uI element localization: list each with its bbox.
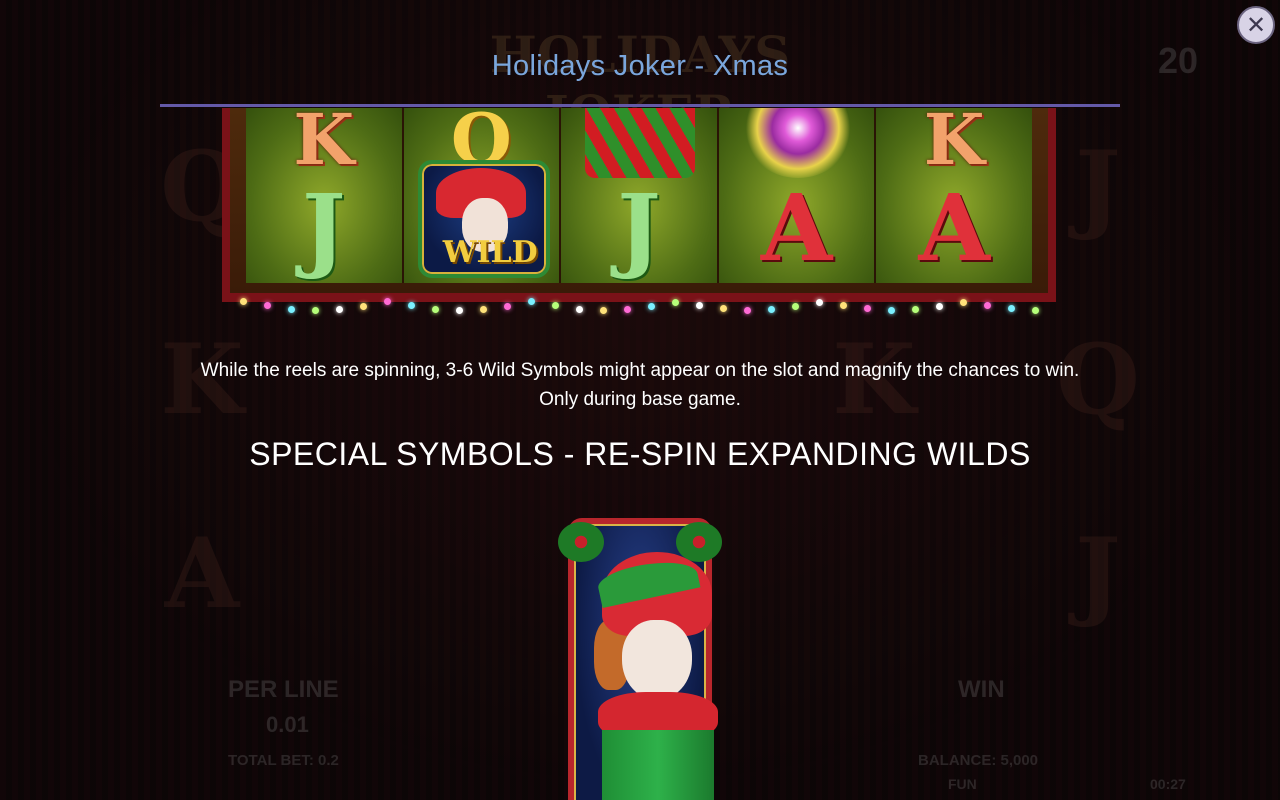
- joker-face: [622, 620, 692, 700]
- symbol-k: K: [293, 108, 355, 181]
- light-bulb: [576, 305, 583, 313]
- holly-icon: [558, 522, 604, 562]
- expanding-wild-symbol: [556, 518, 724, 800]
- reel-column: A: [718, 108, 875, 283]
- joker-body: [602, 730, 714, 800]
- light-bulb: [384, 298, 391, 306]
- title-divider: [160, 104, 1120, 107]
- per-line-label: PER LINE: [228, 676, 339, 703]
- balance: BALANCE: 5,000: [918, 752, 1039, 769]
- christmas-lights: [230, 294, 1048, 314]
- win-label: WIN: [958, 676, 1005, 703]
- section-heading: SPECIAL SYMBOLS - RE-SPIN EXPANDING WILD…: [249, 436, 1031, 472]
- light-bulb: [240, 298, 247, 305]
- reel-cell: J: [1075, 516, 1121, 630]
- reel-column: Q WILD: [403, 108, 560, 283]
- modal-title: Holidays Joker - Xmas: [491, 50, 789, 82]
- symbol-a: A: [760, 174, 833, 282]
- reel-column: K J: [246, 108, 402, 283]
- light-bulb: [672, 298, 679, 306]
- reel-column: J: [561, 108, 717, 283]
- wild-label: WILD: [442, 235, 538, 270]
- symbol-a: A: [918, 174, 990, 282]
- light-bulb: [984, 301, 991, 309]
- light-bulb: [312, 306, 319, 314]
- close-icon: ✕: [1245, 11, 1267, 39]
- light-bulb: [816, 298, 823, 306]
- light-bulb: [360, 302, 367, 310]
- light-bulb: [552, 302, 559, 310]
- per-line-value: 0.01: [266, 712, 309, 737]
- description-line: Only during base game.: [539, 389, 741, 410]
- light-bulb: [864, 305, 871, 313]
- light-bulb: [504, 302, 511, 310]
- light-bulb: [888, 306, 895, 314]
- light-bulb: [720, 305, 727, 313]
- holly-icon: [676, 522, 722, 562]
- light-bulb: [600, 306, 607, 314]
- gift-symbol: [585, 108, 696, 178]
- total-bet: TOTAL BET: 0.2: [228, 752, 339, 769]
- reel-column: K A: [876, 108, 1032, 283]
- close-button[interactable]: ✕: [1237, 6, 1275, 44]
- clock: 00:27: [1150, 776, 1186, 792]
- reel-cell: A: [164, 516, 240, 630]
- light-bulb: [936, 303, 943, 311]
- light-bulb: [288, 305, 295, 313]
- light-bulb: [1008, 305, 1015, 313]
- reel-cell: [767, 482, 981, 665]
- light-bulb: [480, 305, 487, 313]
- light-bulb: [696, 301, 703, 309]
- reel-cell: [319, 482, 533, 665]
- light-bulb: [408, 302, 415, 310]
- symbol-j: J: [302, 174, 346, 282]
- light-bulb: [624, 306, 631, 314]
- light-bulb: [840, 301, 847, 309]
- light-bulb: [648, 302, 655, 310]
- description-line: While the reels are spinning, 3-6 Wild S…: [200, 360, 1080, 381]
- firework-symbol: [742, 108, 853, 178]
- light-bulb: [432, 305, 439, 313]
- light-bulb: [960, 298, 967, 306]
- game-mode: FUN: [948, 776, 977, 792]
- wild-symbol: WILD: [417, 160, 550, 278]
- symbol-j: J: [617, 174, 661, 282]
- light-bulb: [456, 306, 463, 314]
- light-bulb: [528, 298, 535, 306]
- reel-example-illustration: K J Q WILD J A K A: [222, 108, 1056, 314]
- light-bulb: [792, 303, 799, 311]
- feature-description: While the reels are spinning, 3-6 Wild S…: [0, 356, 1280, 414]
- light-bulb: [336, 305, 343, 313]
- light-bulb: [1032, 306, 1039, 314]
- light-bulb: [744, 306, 751, 314]
- light-bulb: [264, 302, 271, 310]
- symbol-k: K: [923, 108, 985, 181]
